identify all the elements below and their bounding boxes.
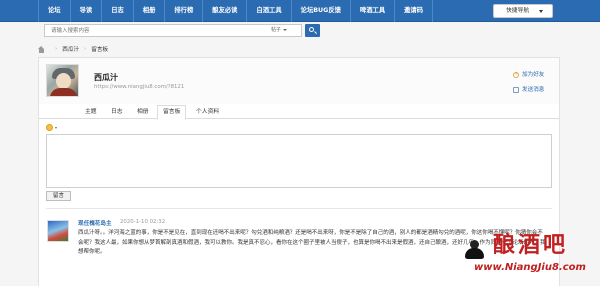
submit-guestbook-button[interactable]: 留言 bbox=[46, 191, 71, 201]
quick-nav-dropdown[interactable]: 快捷导航 bbox=[493, 4, 553, 18]
send-message-label: 发送消息 bbox=[522, 87, 545, 93]
nav-item-ranking[interactable]: 排行榜 bbox=[165, 0, 204, 22]
avatar[interactable] bbox=[46, 64, 79, 97]
breadcrumb-separator: › bbox=[84, 46, 87, 52]
nav-item-baijiu-tools[interactable]: 白酒工具 bbox=[247, 0, 292, 22]
profile-header: 西瓜汁 https://www.niangjiu8.com/?8121 加为好友… bbox=[39, 58, 559, 104]
search-scope-label: 帖子 bbox=[271, 27, 282, 33]
nav-item-guide[interactable]: 导读 bbox=[71, 0, 103, 22]
search-button[interactable] bbox=[305, 24, 320, 37]
tab-guestbook[interactable]: 留言板 bbox=[157, 105, 187, 120]
top-nav: 论坛 导读 日志 相册 排行榜 酿友必读 白酒工具 论坛BUG反馈 啤酒工具 邀… bbox=[0, 0, 600, 22]
emoji-icon[interactable] bbox=[46, 124, 53, 131]
nav-item-blog[interactable]: 日志 bbox=[102, 0, 134, 22]
send-message-button[interactable]: 发送消息 bbox=[513, 85, 544, 93]
search-box: 帖子 bbox=[44, 24, 302, 37]
tab-album[interactable]: 相册 bbox=[137, 106, 149, 119]
guestbook-textarea[interactable] bbox=[46, 134, 552, 188]
tab-profile-info[interactable]: 个人资料 bbox=[196, 106, 219, 119]
watermark-url: www.NiangJiu8.com bbox=[474, 262, 586, 273]
nav-item-beer-tools[interactable]: 啤酒工具 bbox=[351, 0, 396, 22]
quick-nav-label: 快捷导航 bbox=[506, 8, 530, 14]
divider bbox=[46, 208, 552, 209]
search-icon-handle bbox=[313, 30, 317, 34]
nav-item-bug-feedback[interactable]: 论坛BUG反馈 bbox=[292, 0, 351, 22]
tab-threads[interactable]: 主题 bbox=[85, 106, 97, 119]
home-icon[interactable] bbox=[38, 45, 45, 53]
message-icon bbox=[513, 86, 519, 93]
breadcrumb-separator: › bbox=[55, 46, 58, 52]
profile-username: 西瓜汁 bbox=[94, 73, 118, 82]
chevron-down-icon bbox=[283, 28, 288, 31]
nav-items: 论坛 导读 日志 相册 排行榜 酿友必读 白酒工具 论坛BUG反馈 啤酒工具 邀… bbox=[38, 0, 433, 22]
comment-avatar[interactable] bbox=[47, 220, 69, 242]
chevron-down-icon bbox=[539, 10, 543, 13]
tab-blog[interactable]: 日志 bbox=[111, 106, 123, 119]
nav-item-invite-code[interactable]: 邀请码 bbox=[395, 0, 433, 22]
breadcrumb-guestbook: 留言板 bbox=[91, 47, 109, 53]
profile-url[interactable]: https://www.niangjiu8.com/?8121 bbox=[94, 84, 184, 90]
add-friend-button[interactable]: 加为好友 bbox=[513, 70, 544, 78]
nav-item-must-read[interactable]: 酿友必读 bbox=[203, 0, 248, 22]
chevron-down-icon[interactable] bbox=[55, 127, 57, 129]
breadcrumb: › 西瓜汁 › 留言板 bbox=[38, 44, 108, 54]
add-friend-icon bbox=[513, 71, 519, 78]
search-input[interactable] bbox=[45, 25, 265, 36]
profile-tabs: 主题 日志 相册 留言板 个人资料 bbox=[39, 104, 559, 120]
add-friend-label: 加为好友 bbox=[522, 72, 545, 78]
watermark-logo: 酿酒吧 bbox=[493, 232, 569, 258]
nav-item-album[interactable]: 相册 bbox=[134, 0, 166, 22]
nav-item-forum[interactable]: 论坛 bbox=[38, 0, 71, 22]
comment-time: 2020-1-10 02:32 bbox=[120, 219, 166, 225]
search-scope-select[interactable]: 帖子 bbox=[271, 25, 288, 36]
comment-author[interactable]: 现任槐花岛主 bbox=[78, 219, 112, 227]
watermark-figure-icon bbox=[464, 240, 486, 260]
breadcrumb-user[interactable]: 西瓜汁 bbox=[62, 45, 79, 53]
watermark: 酿酒吧 www.NiangJiu8.com bbox=[450, 222, 600, 286]
